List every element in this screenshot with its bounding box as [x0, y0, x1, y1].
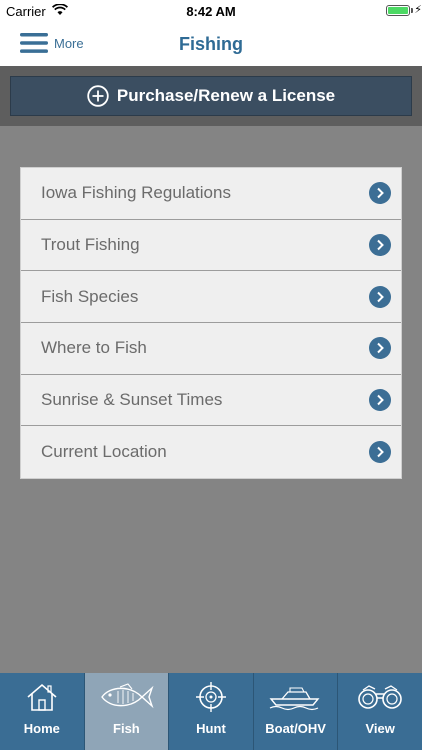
- menu-item-label: Iowa Fishing Regulations: [41, 183, 231, 203]
- menu-item-label: Trout Fishing: [41, 235, 140, 255]
- menu-item-label: Current Location: [41, 442, 167, 462]
- menu-item-label: Where to Fish: [41, 338, 147, 358]
- navigation-bar: More Fishing: [0, 22, 422, 66]
- page-title: Fishing: [179, 34, 243, 54]
- tab-label: Hunt: [196, 721, 226, 736]
- tab-view[interactable]: View: [338, 673, 422, 750]
- house-icon: [25, 679, 59, 715]
- menu-item-current-location[interactable]: Current Location: [21, 426, 401, 479]
- chevron-right-icon: [369, 234, 391, 257]
- clock: 8:42 AM: [186, 4, 236, 19]
- fishing-menu-list: Iowa Fishing Regulations Trout Fishing F…: [20, 167, 402, 480]
- menu-item-label: Fish Species: [41, 286, 139, 306]
- tab-bar: Home Fish Hunt Boat/OHV View: [0, 673, 422, 750]
- tab-hunt[interactable]: Hunt: [169, 673, 254, 750]
- tab-boat-ohv[interactable]: Boat/OHV: [254, 673, 339, 750]
- battery-tip: [411, 8, 413, 13]
- tab-fish[interactable]: Fish: [84, 673, 170, 750]
- chevron-right-icon: [369, 389, 391, 412]
- chevron-right-icon: [369, 337, 391, 360]
- battery-icon: [386, 5, 410, 16]
- binoculars-icon: [355, 679, 405, 715]
- menu-item-trout-fishing[interactable]: Trout Fishing: [21, 219, 401, 272]
- menu-item-fish-species[interactable]: Fish Species: [21, 271, 401, 324]
- menu-item-iowa-fishing-regulations[interactable]: Iowa Fishing Regulations: [21, 168, 401, 220]
- tab-label: View: [365, 721, 395, 736]
- tab-label: Fish: [113, 721, 140, 736]
- chevron-right-icon: [369, 182, 391, 205]
- fish-icon: [98, 679, 154, 715]
- menu-item-sunrise-sunset-times[interactable]: Sunrise & Sunset Times: [21, 374, 401, 427]
- purchase-license-label: Purchase/Renew a License: [116, 86, 336, 105]
- chevron-right-icon: [369, 285, 391, 308]
- status-bar: Carrier 8:42 AM ⚡: [0, 0, 422, 22]
- tab-home[interactable]: Home: [0, 673, 85, 750]
- crosshair-icon: [195, 679, 227, 715]
- menu-item-where-to-fish[interactable]: Where to Fish: [21, 323, 401, 375]
- tab-label: Boat/OHV: [265, 721, 326, 736]
- plus-circle-icon: [87, 85, 109, 107]
- license-band: Purchase/Renew a License: [0, 66, 422, 126]
- boat-icon: [268, 679, 324, 715]
- tab-label: Home: [23, 721, 60, 736]
- menu-item-label: Sunrise & Sunset Times: [41, 390, 223, 410]
- charging-icon: ⚡: [414, 4, 422, 16]
- purchase-license-button[interactable]: Purchase/Renew a License: [10, 76, 412, 116]
- chevron-right-icon: [369, 441, 391, 464]
